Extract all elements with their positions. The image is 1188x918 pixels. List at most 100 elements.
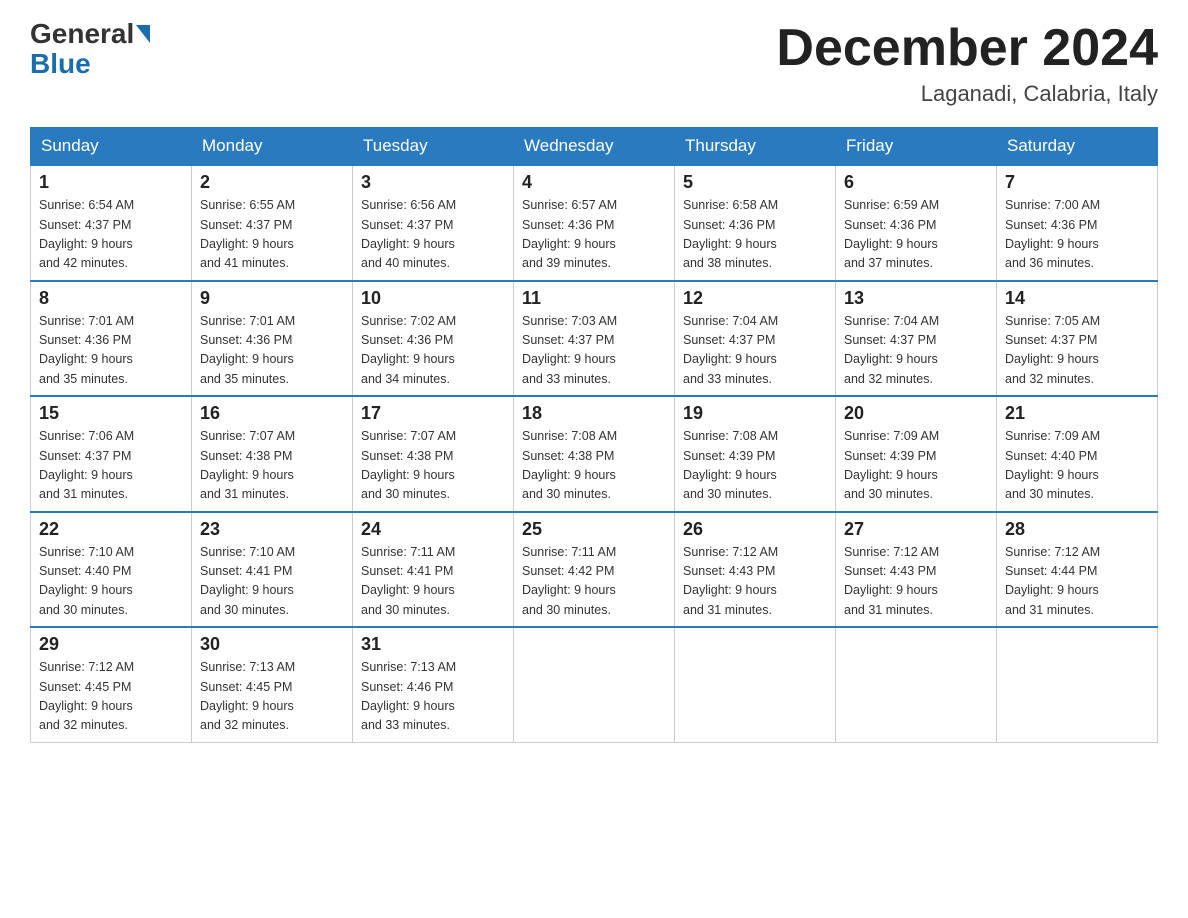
day-info: Sunrise: 7:07 AMSunset: 4:38 PMDaylight:… (200, 427, 344, 505)
calendar-cell: 15 Sunrise: 7:06 AMSunset: 4:37 PMDayligh… (31, 396, 192, 512)
day-number: 20 (844, 403, 988, 424)
calendar-cell: 12 Sunrise: 7:04 AMSunset: 4:37 PMDayligh… (675, 281, 836, 397)
calendar-cell: 25Sunrise: 7:11 AMSunset: 4:42 PMDayligh… (514, 512, 675, 628)
day-info: Sunrise: 6:57 AMSunset: 4:36 PMDaylight:… (522, 196, 666, 274)
day-number: 18 (522, 403, 666, 424)
day-number: 22 (39, 519, 183, 540)
header-friday: Friday (836, 128, 997, 166)
day-number: 19 (683, 403, 827, 424)
header-thursday: Thursday (675, 128, 836, 166)
day-info: Sunrise: 7:03 AMSunset: 4:37 PMDaylight:… (522, 312, 666, 390)
day-number: 7 (1005, 172, 1149, 193)
calendar-cell: 30 Sunrise: 7:13 AMSunset: 4:45 PMDayligh… (192, 627, 353, 742)
calendar-cell: 27 Sunrise: 7:12 AMSunset: 4:43 PMDayligh… (836, 512, 997, 628)
day-info: Sunrise: 7:05 AMSunset: 4:37 PMDaylight:… (1005, 312, 1149, 390)
day-number: 27 (844, 519, 988, 540)
day-number: 16 (200, 403, 344, 424)
day-info: Sunrise: 7:08 AMSunset: 4:38 PMDaylight:… (522, 427, 666, 505)
day-number: 12 (683, 288, 827, 309)
calendar-week-2: 8 Sunrise: 7:01 AMSunset: 4:36 PMDaylight… (31, 281, 1158, 397)
calendar-cell: 1 Sunrise: 6:54 AMSunset: 4:37 PMDaylight… (31, 165, 192, 281)
calendar-cell: 18 Sunrise: 7:08 AMSunset: 4:38 PMDayligh… (514, 396, 675, 512)
calendar-cell: 19Sunrise: 7:08 AMSunset: 4:39 PMDayligh… (675, 396, 836, 512)
calendar-header-row: SundayMondayTuesdayWednesdayThursdayFrid… (31, 128, 1158, 166)
day-number: 30 (200, 634, 344, 655)
day-info: Sunrise: 7:12 AMSunset: 4:43 PMDaylight:… (683, 543, 827, 621)
logo: General Blue (30, 20, 150, 78)
day-number: 8 (39, 288, 183, 309)
day-number: 6 (844, 172, 988, 193)
calendar-cell (997, 627, 1158, 742)
day-number: 5 (683, 172, 827, 193)
calendar-cell: 20 Sunrise: 7:09 AMSunset: 4:39 PMDayligh… (836, 396, 997, 512)
calendar-cell: 11 Sunrise: 7:03 AMSunset: 4:37 PMDayligh… (514, 281, 675, 397)
day-info: Sunrise: 7:10 AMSunset: 4:40 PMDaylight:… (39, 543, 183, 621)
day-number: 24 (361, 519, 505, 540)
day-info: Sunrise: 6:59 AMSunset: 4:36 PMDaylight:… (844, 196, 988, 274)
day-info: Sunrise: 6:54 AMSunset: 4:37 PMDaylight:… (39, 196, 183, 274)
day-info: Sunrise: 7:13 AMSunset: 4:46 PMDaylight:… (361, 658, 505, 736)
calendar-cell: 8 Sunrise: 7:01 AMSunset: 4:36 PMDaylight… (31, 281, 192, 397)
day-number: 11 (522, 288, 666, 309)
day-number: 10 (361, 288, 505, 309)
day-info: Sunrise: 7:04 AMSunset: 4:37 PMDaylight:… (844, 312, 988, 390)
calendar-week-3: 15 Sunrise: 7:06 AMSunset: 4:37 PMDayligh… (31, 396, 1158, 512)
calendar-cell: 10 Sunrise: 7:02 AMSunset: 4:36 PMDayligh… (353, 281, 514, 397)
calendar-table: SundayMondayTuesdayWednesdayThursdayFrid… (30, 127, 1158, 743)
day-info: Sunrise: 7:12 AMSunset: 4:44 PMDaylight:… (1005, 543, 1149, 621)
calendar-week-1: 1 Sunrise: 6:54 AMSunset: 4:37 PMDaylight… (31, 165, 1158, 281)
day-info: Sunrise: 6:58 AMSunset: 4:36 PMDaylight:… (683, 196, 827, 274)
day-info: Sunrise: 7:12 AMSunset: 4:43 PMDaylight:… (844, 543, 988, 621)
calendar-cell: 3Sunrise: 6:56 AMSunset: 4:37 PMDaylight… (353, 165, 514, 281)
day-info: Sunrise: 7:00 AMSunset: 4:36 PMDaylight:… (1005, 196, 1149, 274)
day-number: 9 (200, 288, 344, 309)
calendar-cell: 23Sunrise: 7:10 AMSunset: 4:41 PMDayligh… (192, 512, 353, 628)
calendar-cell: 22 Sunrise: 7:10 AMSunset: 4:40 PMDayligh… (31, 512, 192, 628)
logo-blue-text: Blue (30, 50, 91, 78)
calendar-cell: 16 Sunrise: 7:07 AMSunset: 4:38 PMDayligh… (192, 396, 353, 512)
day-info: Sunrise: 6:56 AMSunset: 4:37 PMDaylight:… (361, 196, 505, 274)
calendar-cell: 13 Sunrise: 7:04 AMSunset: 4:37 PMDayligh… (836, 281, 997, 397)
day-number: 13 (844, 288, 988, 309)
month-title: December 2024 (776, 20, 1158, 77)
day-number: 23 (200, 519, 344, 540)
page-header: General Blue December 2024 Laganadi, Cal… (30, 20, 1158, 107)
calendar-cell (675, 627, 836, 742)
header-monday: Monday (192, 128, 353, 166)
day-info: Sunrise: 7:01 AMSunset: 4:36 PMDaylight:… (39, 312, 183, 390)
calendar-cell: 31Sunrise: 7:13 AMSunset: 4:46 PMDayligh… (353, 627, 514, 742)
calendar-cell: 17Sunrise: 7:07 AMSunset: 4:38 PMDayligh… (353, 396, 514, 512)
calendar-cell: 9 Sunrise: 7:01 AMSunset: 4:36 PMDaylight… (192, 281, 353, 397)
day-number: 26 (683, 519, 827, 540)
day-number: 15 (39, 403, 183, 424)
calendar-cell: 29Sunrise: 7:12 AMSunset: 4:45 PMDayligh… (31, 627, 192, 742)
calendar-cell: 7 Sunrise: 7:00 AMSunset: 4:36 PMDaylight… (997, 165, 1158, 281)
calendar-cell: 4 Sunrise: 6:57 AMSunset: 4:36 PMDaylight… (514, 165, 675, 281)
day-info: Sunrise: 7:01 AMSunset: 4:36 PMDaylight:… (200, 312, 344, 390)
logo-general-text: General (30, 20, 134, 48)
calendar-cell: 6 Sunrise: 6:59 AMSunset: 4:36 PMDaylight… (836, 165, 997, 281)
location-text: Laganadi, Calabria, Italy (776, 81, 1158, 107)
calendar-cell: 26 Sunrise: 7:12 AMSunset: 4:43 PMDayligh… (675, 512, 836, 628)
calendar-cell (836, 627, 997, 742)
day-info: Sunrise: 7:06 AMSunset: 4:37 PMDaylight:… (39, 427, 183, 505)
day-number: 4 (522, 172, 666, 193)
calendar-cell: 5 Sunrise: 6:58 AMSunset: 4:36 PMDaylight… (675, 165, 836, 281)
calendar-cell: 14Sunrise: 7:05 AMSunset: 4:37 PMDayligh… (997, 281, 1158, 397)
title-block: December 2024 Laganadi, Calabria, Italy (776, 20, 1158, 107)
day-number: 28 (1005, 519, 1149, 540)
day-number: 17 (361, 403, 505, 424)
day-info: Sunrise: 6:55 AMSunset: 4:37 PMDaylight:… (200, 196, 344, 274)
day-info: Sunrise: 7:04 AMSunset: 4:37 PMDaylight:… (683, 312, 827, 390)
calendar-cell: 28 Sunrise: 7:12 AMSunset: 4:44 PMDayligh… (997, 512, 1158, 628)
day-info: Sunrise: 7:02 AMSunset: 4:36 PMDaylight:… (361, 312, 505, 390)
day-info: Sunrise: 7:13 AMSunset: 4:45 PMDaylight:… (200, 658, 344, 736)
calendar-cell: 2Sunrise: 6:55 AMSunset: 4:37 PMDaylight… (192, 165, 353, 281)
day-number: 29 (39, 634, 183, 655)
header-saturday: Saturday (997, 128, 1158, 166)
calendar-cell (514, 627, 675, 742)
day-number: 1 (39, 172, 183, 193)
day-info: Sunrise: 7:09 AMSunset: 4:39 PMDaylight:… (844, 427, 988, 505)
day-info: Sunrise: 7:09 AMSunset: 4:40 PMDaylight:… (1005, 427, 1149, 505)
header-wednesday: Wednesday (514, 128, 675, 166)
